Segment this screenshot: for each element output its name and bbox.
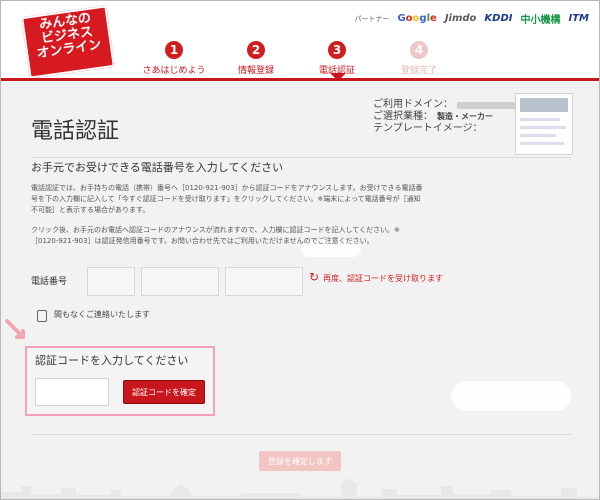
- step-4: 4 登録完了: [374, 41, 464, 76]
- step-2-number: 2: [247, 41, 265, 59]
- app-frame: みんなの ビジネス オンライン パートナー Google Jimdo KDDI …: [0, 0, 600, 500]
- preview-line: [520, 126, 566, 129]
- para1-line-2: 号を下の入力欄に記入して「今すぐ認証コードを受け取ります」をクリックしてください…: [31, 195, 421, 203]
- step-1-label: さあはじめよう: [142, 66, 206, 76]
- domain-value-redacted: [457, 101, 515, 109]
- preview-hero: [520, 98, 568, 112]
- phone-part-3-input[interactable]: [225, 267, 303, 296]
- phone-section-heading: お手元でお受けできる電話番号を入力してください: [31, 161, 284, 174]
- preview-line: [520, 118, 560, 121]
- resend-icon[interactable]: ↻: [309, 271, 319, 283]
- industry-value: 製造・メーカー: [437, 112, 493, 121]
- step-3: 3 電話認証: [292, 41, 382, 76]
- step-2-label: 情報登録: [237, 66, 274, 76]
- preview-line: [520, 142, 564, 145]
- verification-code-panel: 認証コードを入力してください 認証コードを確定: [25, 346, 215, 416]
- cloud-decoration: [451, 381, 571, 411]
- preview-line: [520, 134, 556, 137]
- phone-part-2-input[interactable]: [141, 267, 219, 296]
- industry-row: ご選択業種： 製造・メーカー: [373, 111, 515, 123]
- main-content: 電話認証 ご利用ドメイン： ご選択業種： 製造・メーカー テンプレートイメージ：…: [1, 81, 599, 499]
- confirm-code-button[interactable]: 認証コードを確定: [123, 380, 205, 404]
- para1-line-3: 不可能］と表示する場合があります。: [31, 206, 150, 214]
- step-2: 2 情報登録: [211, 41, 301, 76]
- verification-title: 認証コードを入力してください: [35, 354, 189, 367]
- partner-smrj[interactable]: 中小機構: [521, 11, 561, 26]
- industry-label: ご選択業種：: [373, 111, 433, 122]
- para1-line-1: 電話認証では、お手持ちの電話（携帯）番号へ［0120-921-903］から認証コ…: [31, 184, 423, 192]
- domain-info: ご利用ドメイン： ご選択業種： 製造・メーカー テンプレートイメージ：: [373, 99, 515, 135]
- city-skyline-decoration: [1, 478, 599, 499]
- section-divider: [31, 157, 571, 158]
- domain-row: ご利用ドメイン：: [373, 99, 515, 111]
- phone-icon: [37, 310, 47, 322]
- site-logo[interactable]: みんなの ビジネス オンライン: [21, 5, 115, 79]
- instructions-paragraph-2: クリック後、お手元のお電話へ認証コードのアナウンスが流れますので、入力欄に認証コ…: [31, 225, 567, 247]
- template-row: テンプレートイメージ：: [373, 123, 515, 135]
- partner-google[interactable]: Google: [397, 13, 436, 24]
- step-1-number: 1: [165, 41, 183, 59]
- verification-code-input[interactable]: [35, 378, 109, 406]
- phone-number-label: 電話番号: [31, 277, 68, 287]
- footer-divider: [31, 434, 571, 435]
- step-3-number: 3: [328, 41, 346, 59]
- step-4-label: 登録完了: [400, 66, 437, 76]
- resend-code-link[interactable]: 再度、認証コードを受け取ります: [323, 273, 443, 284]
- partner-jimdo[interactable]: Jimdo: [445, 13, 477, 24]
- partner-itm[interactable]: ITM: [569, 13, 590, 24]
- calling-status-text: 間もなくご連絡いたします: [54, 310, 150, 319]
- domain-label: ご利用ドメイン：: [373, 99, 453, 110]
- step-1: 1 さあはじめよう: [129, 41, 219, 76]
- partners-label: パートナー: [354, 14, 390, 23]
- partner-kddi[interactable]: KDDI: [484, 13, 512, 24]
- pointer-arrow-icon: [5, 319, 27, 341]
- para2-line-2: ［0120-921-903］は認証発信用番号です。お問い合わせ先ではご利用いただ…: [31, 237, 374, 245]
- header: みんなの ビジネス オンライン パートナー Google Jimdo KDDI …: [1, 1, 599, 81]
- phone-part-1-input[interactable]: [87, 267, 135, 296]
- step-4-number: 4: [410, 41, 428, 59]
- page-title: 電話認証: [31, 119, 120, 144]
- instructions-paragraph-1: 電話認証では、お手持ちの電話（携帯）番号へ［0120-921-903］から認証コ…: [31, 183, 567, 216]
- template-preview-thumbnail[interactable]: [515, 93, 573, 155]
- template-label: テンプレートイメージ：: [373, 123, 483, 134]
- para2-line-1: クリック後、お手元のお電話へ認証コードのアナウンスが流れますので、入力欄に認証コ…: [31, 226, 400, 234]
- partner-list: パートナー Google Jimdo KDDI 中小機構 ITM: [354, 11, 589, 26]
- progress-steps: 1 さあはじめよう 2 情報登録 3 電話認証 4 登録完了: [129, 41, 479, 77]
